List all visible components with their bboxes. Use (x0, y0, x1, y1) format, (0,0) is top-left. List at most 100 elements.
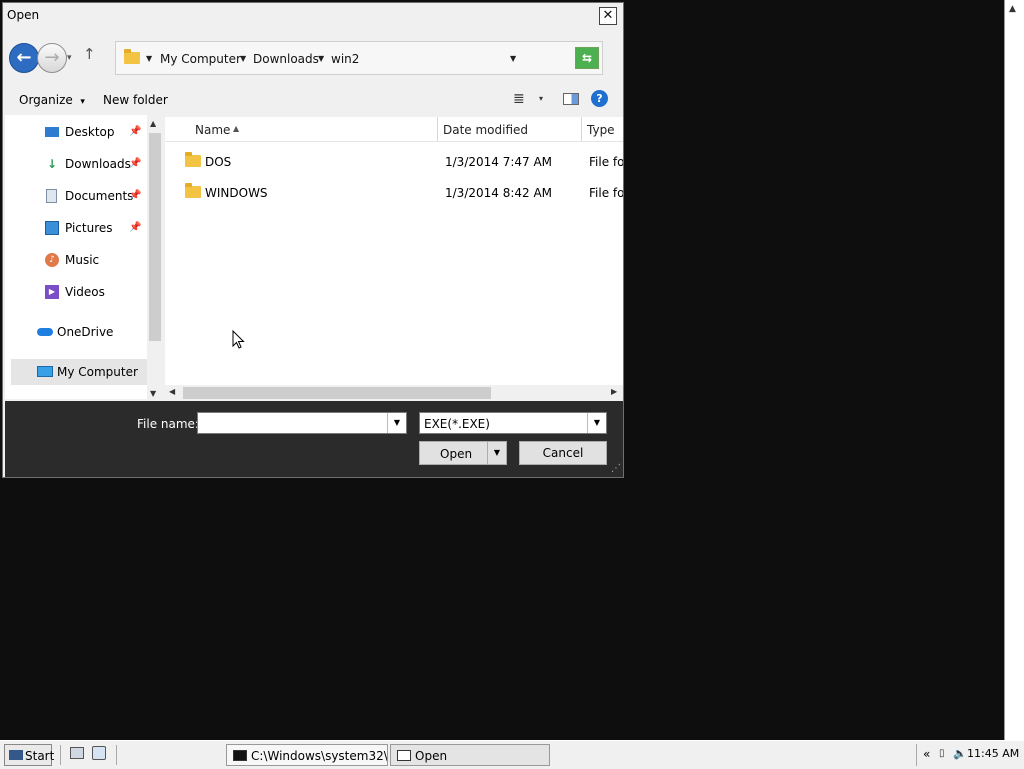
start-button[interactable]: Start (4, 744, 55, 766)
sidebar-item-pictures[interactable]: Pictures 📌 (5, 215, 147, 241)
file-name: WINDOWS (205, 186, 268, 200)
sidebar-item-documents[interactable]: Documents 📌 (5, 183, 147, 209)
column-header-row: Name ▲ Date modified Type (165, 117, 623, 142)
cancel-button[interactable]: Cancel (519, 441, 607, 465)
view-options-icon[interactable]: ≣ (513, 91, 525, 107)
sort-ascending-icon: ▲ (233, 124, 240, 133)
pin-icon: 📌 (129, 222, 142, 233)
background-window-edge: ▲ (1004, 0, 1024, 740)
address-history-dropdown-icon[interactable]: ▼ (510, 54, 516, 63)
breadcrumb-downloads[interactable]: Downloads (253, 52, 319, 66)
recent-locations-dropdown-icon[interactable]: ▾ (67, 53, 72, 63)
up-one-level-button[interactable]: ↑ (83, 45, 96, 63)
scroll-up-arrow-icon[interactable]: ▲ (150, 119, 156, 128)
task-label: Open (415, 749, 448, 763)
breadcrumb-separator-icon[interactable]: ▼ (240, 54, 246, 63)
column-header-type[interactable]: Type (587, 123, 615, 137)
taskbar: Start C:\Windows\system32\... Open « ▯ 🔈… (0, 740, 1024, 769)
cloud-icon (37, 328, 53, 336)
show-hidden-icons-icon[interactable]: « (923, 747, 930, 761)
quick-launch-explorer-icon[interactable] (92, 746, 106, 760)
forward-button[interactable]: → (37, 43, 67, 73)
pin-icon: 📌 (129, 126, 142, 137)
breadcrumb-separator-icon[interactable]: ▼ (146, 54, 152, 63)
help-icon[interactable]: ? (591, 90, 608, 107)
file-list-horizontal-scrollbar[interactable]: ◀ ▶ (165, 385, 623, 401)
sidebar-item-label: OneDrive (57, 325, 114, 339)
back-button[interactable]: ← (9, 43, 39, 73)
file-name-dropdown-icon[interactable]: ▼ (387, 413, 406, 433)
organize-menu-button[interactable]: Organize ▾ (19, 93, 85, 107)
music-icon: ♪ (45, 253, 59, 267)
file-type: File folder (589, 186, 623, 200)
sidebar-item-downloads[interactable]: ↓ Downloads 📌 (5, 151, 147, 177)
sidebar-item-onedrive[interactable]: OneDrive (5, 319, 147, 345)
open-button-label: Open (440, 447, 473, 461)
column-divider[interactable] (581, 117, 582, 141)
refresh-button[interactable]: ⇆ (575, 47, 599, 69)
videos-icon: ▶ (45, 285, 59, 299)
sidebar-item-label: Videos (65, 285, 105, 299)
column-header-name[interactable]: Name (195, 123, 230, 137)
dialog-title: Open (7, 8, 40, 22)
organize-caret-icon: ▾ (80, 97, 85, 107)
file-name-label: File name: (137, 417, 199, 431)
folder-icon (185, 183, 201, 198)
sidebar-item-music[interactable]: ♪ Music (5, 247, 147, 273)
sidebar-item-videos[interactable]: ▶ Videos (5, 279, 147, 305)
quick-launch-desktop-icon[interactable] (70, 747, 84, 759)
scrollbar-thumb[interactable] (149, 133, 161, 341)
network-icon[interactable]: ▯ (939, 748, 945, 759)
scroll-right-arrow-icon[interactable]: ▶ (611, 387, 617, 396)
pictures-icon (45, 221, 59, 235)
sidebar-item-label: Pictures (65, 221, 113, 235)
desktop-icon (45, 127, 59, 137)
sidebar-item-label: Desktop (65, 125, 115, 139)
clock[interactable]: 11:45 AM (967, 747, 1019, 760)
title-bar[interactable]: Open ✕ (3, 3, 623, 29)
file-type-filter-select[interactable]: EXE(*.EXE) ▼ (419, 412, 607, 434)
preview-pane-icon[interactable] (563, 93, 579, 105)
system-tray: « ▯ 🔈 11:45 AM (916, 744, 1021, 766)
breadcrumb-my-computer[interactable]: My Computer (160, 52, 241, 66)
sidebar-item-my-computer[interactable]: My Computer (11, 359, 147, 385)
navigation-scrollbar[interactable]: ▲ ▼ (147, 117, 163, 401)
sidebar-item-label: Documents (65, 189, 134, 203)
task-button-console[interactable]: C:\Windows\system32\... (226, 744, 388, 766)
download-icon: ↓ (46, 157, 58, 171)
scroll-up-arrow-icon[interactable]: ▲ (1009, 4, 1016, 14)
start-label: Start (25, 749, 55, 763)
filter-dropdown-icon[interactable]: ▼ (587, 413, 606, 433)
file-name-input[interactable]: ▼ (197, 412, 407, 434)
column-header-date-modified[interactable]: Date modified (443, 123, 528, 137)
computer-icon (37, 366, 53, 377)
breadcrumb-separator-icon[interactable]: ▼ (318, 54, 324, 63)
view-dropdown-icon[interactable]: ▾ (539, 94, 543, 103)
sidebar-item-label: Downloads (65, 157, 131, 171)
taskbar-separator (116, 745, 117, 765)
breadcrumb-win2[interactable]: win2 (331, 52, 359, 66)
close-button[interactable]: ✕ (599, 7, 617, 25)
scrollbar-thumb[interactable] (183, 387, 491, 399)
resize-grip-icon[interactable]: ⋰ (611, 463, 621, 474)
console-icon (233, 750, 247, 761)
file-date-modified: 1/3/2014 7:47 AM (445, 155, 553, 169)
file-row-windows[interactable]: WINDOWS 1/3/2014 8:42 AM File folder (165, 178, 623, 206)
task-label: C:\Windows\system32\... (251, 749, 388, 763)
address-bar[interactable]: ▼ My Computer ▼ Downloads ▼ win2 ▼ (115, 41, 603, 75)
folder-icon (185, 152, 201, 167)
file-date-modified: 1/3/2014 8:42 AM (445, 186, 553, 200)
column-divider[interactable] (437, 117, 438, 141)
file-row-dos[interactable]: DOS 1/3/2014 7:47 AM File folder (165, 147, 623, 175)
navigation-pane: Desktop 📌 ↓ Downloads 📌 Documents 📌 Pict… (5, 115, 147, 399)
open-options-dropdown-icon[interactable]: ▼ (487, 442, 506, 464)
open-button[interactable]: Open ▼ (419, 441, 507, 465)
volume-icon[interactable]: 🔈 (953, 747, 967, 760)
new-folder-button[interactable]: New folder (103, 93, 168, 107)
mouse-cursor-icon (232, 330, 245, 349)
scroll-down-arrow-icon[interactable]: ▼ (150, 389, 156, 398)
sidebar-item-desktop[interactable]: Desktop 📌 (5, 119, 147, 145)
taskbar-separator (60, 745, 61, 765)
task-button-open[interactable]: Open (390, 744, 550, 766)
scroll-left-arrow-icon[interactable]: ◀ (169, 387, 175, 396)
